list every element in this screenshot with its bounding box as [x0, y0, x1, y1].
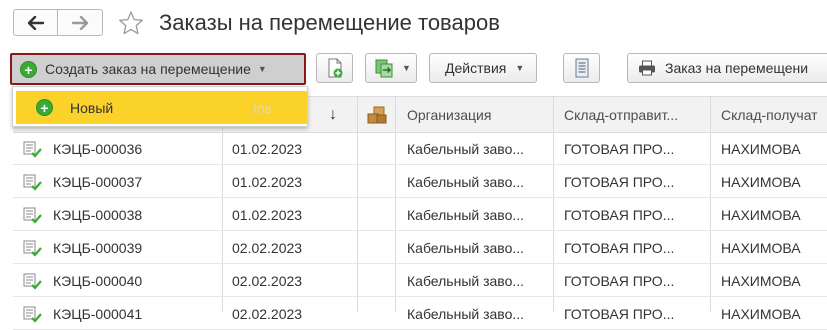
row-date: 01.02.2023	[232, 174, 303, 190]
plus-circle-icon: +	[20, 60, 37, 78]
table-row[interactable]: КЭЦБ-000039 02.02.2023 Кабельный заво...…	[13, 232, 827, 264]
list-settings-button[interactable]	[563, 53, 600, 83]
table-row[interactable]: КЭЦБ-000036 01.02.2023 Кабельный заво...…	[13, 133, 827, 165]
row-number: КЭЦБ-000039	[53, 240, 143, 256]
row-warehouse-to: НАХИМОВА	[721, 306, 801, 322]
document-posted-icon	[23, 273, 42, 290]
row-warehouse-to: НАХИМОВА	[721, 207, 801, 223]
row-warehouse-to: НАХИМОВА	[721, 273, 801, 289]
actions-label: Действия	[445, 60, 507, 76]
chevron-down-icon: ▼	[515, 63, 525, 73]
page-title: Заказы на перемещение товаров	[159, 10, 500, 35]
row-organization: Кабельный заво...	[407, 240, 525, 256]
row-number: КЭЦБ-000036	[53, 141, 143, 157]
table-row[interactable]: КЭЦБ-000038 01.02.2023 Кабельный заво...…	[13, 199, 827, 231]
create-dropdown-menu: + Новый Ins	[12, 86, 308, 127]
row-organization: Кабельный заво...	[407, 207, 525, 223]
document-add-icon	[328, 58, 342, 78]
create-transfer-order-button[interactable]: + Создать заказ на перемещение ▼	[10, 53, 306, 85]
document-posted-icon	[23, 306, 42, 323]
row-organization: Кабельный заво...	[407, 306, 525, 322]
print-button[interactable]: Заказ на перемещени	[627, 53, 827, 83]
row-date: 01.02.2023	[232, 207, 303, 223]
row-warehouse-to: НАХИМОВА	[721, 174, 801, 190]
printer-icon	[639, 60, 655, 76]
menu-item-shortcut: Ins	[253, 99, 272, 116]
arrow-left-icon	[27, 15, 44, 30]
document-posted-icon	[23, 141, 42, 158]
row-number: КЭЦБ-000038	[53, 207, 143, 223]
chevron-down-icon: ▼	[257, 64, 267, 74]
document-posted-icon	[23, 240, 42, 257]
row-number: КЭЦБ-000040	[53, 273, 143, 289]
row-date: 02.02.2023	[232, 273, 303, 289]
row-date: 02.02.2023	[232, 306, 303, 322]
list-icon	[575, 58, 588, 78]
row-warehouse-from: ГОТОВАЯ ПРО...	[564, 240, 675, 256]
row-organization: Кабельный заво...	[407, 174, 525, 190]
column-header-warehouse-from[interactable]: Склад-отправит...	[564, 96, 710, 133]
document-posted-icon	[23, 207, 42, 224]
row-warehouse-from: ГОТОВАЯ ПРО...	[564, 141, 675, 157]
row-date: 01.02.2023	[232, 141, 303, 157]
menu-item-label: Новый	[70, 99, 114, 116]
document-posted-icon	[23, 174, 42, 191]
table-row[interactable]: КЭЦБ-000037 01.02.2023 Кабельный заво...…	[13, 166, 827, 198]
row-warehouse-from: ГОТОВАЯ ПРО...	[564, 207, 675, 223]
forward-button[interactable]	[58, 9, 103, 36]
boxes-icon	[367, 106, 386, 123]
create-based-on-button[interactable]: ▼	[365, 53, 417, 83]
arrow-right-icon	[71, 15, 89, 30]
table-row[interactable]: КЭЦБ-000041 02.02.2023 Кабельный заво...…	[13, 298, 827, 330]
row-warehouse-from: ГОТОВАЯ ПРО...	[564, 273, 675, 289]
print-button-label: Заказ на перемещени	[665, 60, 809, 76]
plus-circle-icon: +	[36, 99, 53, 116]
row-warehouse-to: НАХИМОВА	[721, 240, 801, 256]
back-button[interactable]	[13, 9, 58, 36]
create-button-label: Создать заказ на перемещение	[45, 61, 251, 77]
documents-green-icon	[375, 59, 393, 78]
actions-button[interactable]: Действия ▼	[429, 53, 537, 83]
chevron-down-icon: ▼	[402, 63, 411, 73]
row-number: КЭЦБ-000041	[53, 306, 143, 322]
row-date: 02.02.2023	[232, 240, 303, 256]
row-warehouse-from: ГОТОВАЯ ПРО...	[564, 174, 675, 190]
row-organization: Кабельный заво...	[407, 273, 525, 289]
row-warehouse-to: НАХИМОВА	[721, 141, 801, 157]
column-header-warehouse-to[interactable]: Склад-получат	[721, 96, 827, 133]
favorite-star-icon[interactable]	[118, 10, 144, 36]
column-icon-header[interactable]	[358, 96, 395, 133]
row-number: КЭЦБ-000037	[53, 174, 143, 190]
table-row[interactable]: КЭЦБ-000040 02.02.2023 Кабельный заво...…	[13, 265, 827, 297]
menu-item-new[interactable]: + Новый Ins	[16, 91, 307, 124]
row-organization: Кабельный заво...	[407, 141, 525, 157]
sort-desc-arrow-icon[interactable]: ↓	[308, 96, 358, 133]
add-document-button[interactable]	[316, 53, 353, 83]
row-warehouse-from: ГОТОВАЯ ПРО...	[564, 306, 675, 322]
column-header-organization[interactable]: Организация	[407, 96, 553, 133]
